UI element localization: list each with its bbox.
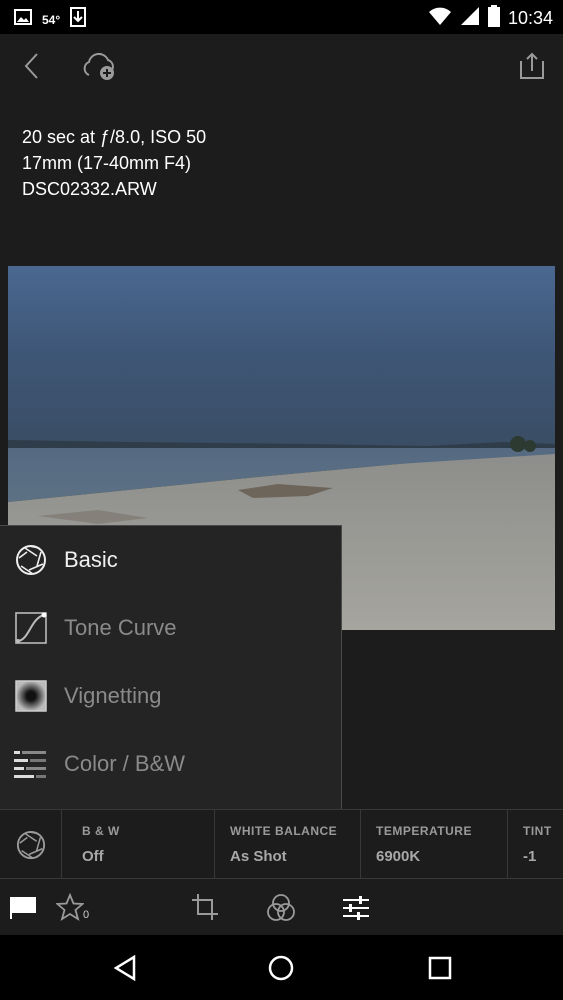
menu-item-color-bw[interactable]: Color / B&W xyxy=(0,730,340,798)
bottom-toolbar: 0 xyxy=(0,879,563,935)
download-icon xyxy=(70,7,87,32)
menu-label-tone-curve: Tone Curve xyxy=(64,615,177,640)
nav-back-icon[interactable] xyxy=(108,951,142,985)
menu-item-tone-curve[interactable]: Tone Curve xyxy=(0,594,340,662)
white-balance-setting[interactable]: WHITE BALANCE As Shot xyxy=(215,810,361,880)
status-left: 54° xyxy=(14,7,87,32)
menu-label-vignetting: Vignetting xyxy=(64,683,162,708)
tint-value: -1 xyxy=(523,848,537,865)
flag-icon[interactable] xyxy=(6,891,40,923)
bw-value: Off xyxy=(82,848,104,865)
adjust-sliders-icon[interactable] xyxy=(339,891,373,925)
status-bar: 54° 10:34 xyxy=(0,0,563,34)
vignette-icon xyxy=(14,679,48,713)
edit-panel-menu: Basic Tone Curve Vignetting Color / B&W xyxy=(0,525,342,810)
temperature-label: TEMPERATURE xyxy=(376,824,472,838)
menu-item-vignetting[interactable]: Vignetting xyxy=(0,662,340,730)
tone-curve-icon xyxy=(14,611,48,645)
rating-count: 0 xyxy=(83,909,90,921)
wifi-icon xyxy=(428,6,452,31)
temperature-value: 6900K xyxy=(376,848,421,865)
filename-text: DSC02332.ARW xyxy=(22,179,157,199)
tint-setting[interactable]: TINT -1 xyxy=(508,810,563,880)
menu-label-basic: Basic xyxy=(64,547,118,572)
presets-icon[interactable] xyxy=(264,891,298,925)
menu-item-basic[interactable]: Basic xyxy=(0,526,340,594)
exif-info: 20 sec at ƒ/8.0, ISO 50 17mm (17-40mm F4… xyxy=(22,124,206,202)
bw-setting[interactable]: B & W Off xyxy=(67,810,215,880)
temperature-text: 54° xyxy=(42,12,61,27)
aperture-icon xyxy=(14,543,48,577)
settings-strip: B & W Off WHITE BALANCE As Shot TEMPERAT… xyxy=(0,809,563,880)
tint-label: TINT xyxy=(523,824,552,838)
nav-home-icon[interactable] xyxy=(264,951,298,985)
white-balance-label: WHITE BALANCE xyxy=(230,824,338,838)
nav-recents-icon[interactable] xyxy=(423,951,457,985)
back-icon[interactable] xyxy=(14,48,50,84)
battery-icon xyxy=(487,5,500,32)
star-icon[interactable] xyxy=(54,891,86,923)
lens-text: 17mm (17-40mm F4) xyxy=(22,153,192,173)
white-balance-value: As Shot xyxy=(230,848,287,865)
image-icon xyxy=(14,9,32,30)
color-bw-icon xyxy=(14,747,48,781)
bw-label: B & W xyxy=(82,824,120,838)
status-right: 10:34 xyxy=(428,5,553,32)
crop-icon[interactable] xyxy=(189,891,221,923)
signal-icon xyxy=(460,6,480,31)
top-bar xyxy=(0,34,563,100)
exposure-text: 20 sec at ƒ/8.0, ISO 50 xyxy=(22,127,207,147)
menu-label-color-bw: Color / B&W xyxy=(64,751,186,776)
clock: 10:34 xyxy=(507,8,553,28)
temperature-setting[interactable]: TEMPERATURE 6900K xyxy=(361,810,508,880)
share-icon[interactable] xyxy=(512,48,552,84)
aperture-icon[interactable] xyxy=(0,810,62,880)
android-nav-bar xyxy=(0,935,563,1000)
cloud-add-icon[interactable] xyxy=(78,48,120,84)
